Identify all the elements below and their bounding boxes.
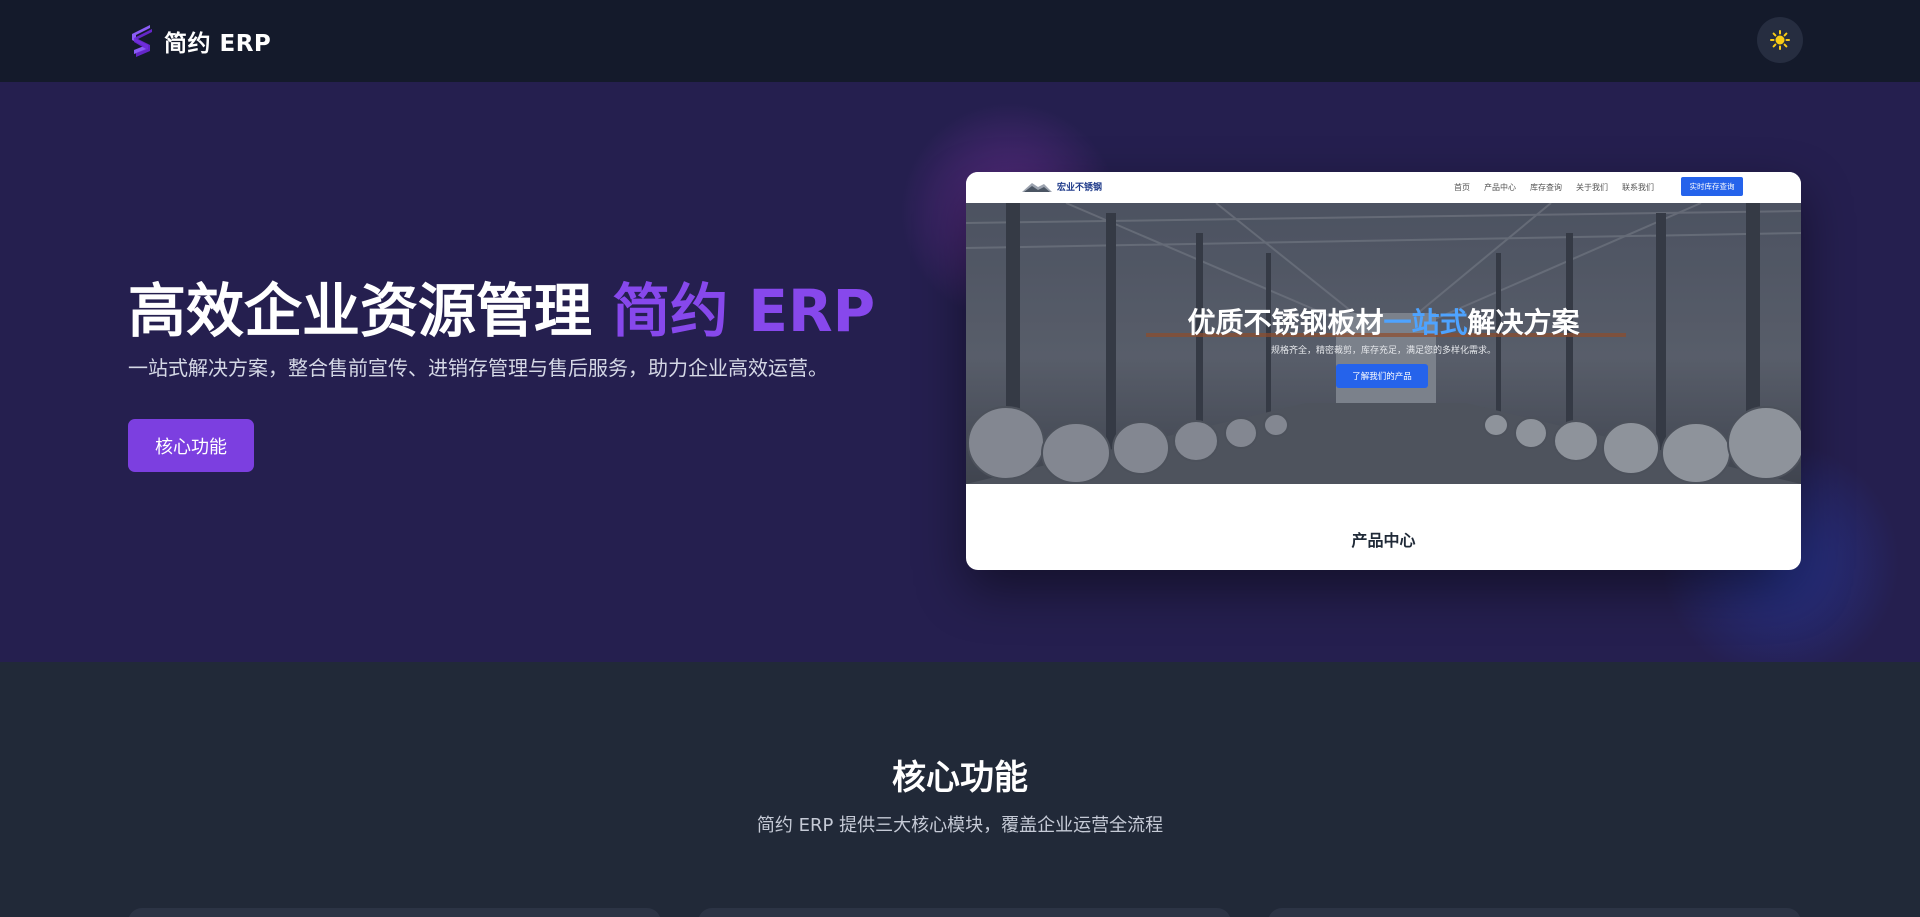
features-subtitle: 简约 ERP 提供三大核心模块，覆盖企业运营全流程 — [756, 815, 1164, 836]
hero-title: 高效企业资源管理 简约 ERP — [128, 264, 875, 348]
feature-card — [698, 908, 1231, 917]
preview-hero-title-highlight: 一站式 — [1383, 306, 1468, 339]
preview-hero-title: 优质不锈钢板材一站式解决方案 — [966, 301, 1801, 341]
preview-menu-item[interactable]: 首页 — [1454, 182, 1470, 193]
hero-subtitle: 一站式解决方案，整合售前宣传、进销存管理与售后服务，助力企业高效运营。 — [128, 356, 828, 380]
s-logo-icon — [132, 25, 152, 57]
preview-menu-item[interactable]: 产品中心 — [1484, 182, 1516, 193]
preview-hero-title-part: 优质不锈钢板材 — [1187, 306, 1384, 339]
preview-products-button[interactable]: 了解我们的产品 — [1336, 364, 1428, 388]
hero-section: 高效企业资源管理 简约 ERP 一站式解决方案，整合售前宣传、进销存管理与售后服… — [0, 82, 1920, 662]
feature-card — [128, 908, 661, 917]
preview-navbar: 宏业不锈钢 首页 产品中心 库存查询 关于我们 联系我们 实时库存查询 — [966, 172, 1801, 203]
preview-hero: 优质不锈钢板材一站式解决方案 规格齐全，精密裁剪，库存充足，满足您的多样化需求。… — [966, 203, 1801, 484]
preview-menu: 首页 产品中心 库存查询 关于我们 联系我们 — [1454, 182, 1654, 193]
sun-icon — [1770, 30, 1790, 50]
preview-inventory-button[interactable]: 实时库存查询 — [1681, 177, 1743, 196]
brand[interactable]: 简约 ERP — [128, 24, 271, 58]
theme-toggle-button[interactable] — [1757, 17, 1803, 63]
brand-name: 简约 ERP — [164, 31, 272, 57]
preview-brand-name: 宏业不锈钢 — [1057, 183, 1103, 193]
website-preview-card: 宏业不锈钢 首页 产品中心 库存查询 关于我们 联系我们 实时库存查询 优质不锈… — [966, 172, 1801, 570]
preview-hero-title-part: 解决方案 — [1467, 306, 1580, 339]
preview-section-title: 产品中心 — [1351, 531, 1416, 550]
core-features-button[interactable]: 核心功能 — [128, 419, 254, 472]
preview-menu-item[interactable]: 库存查询 — [1530, 182, 1562, 193]
top-navbar: 简约 ERP — [0, 0, 1920, 82]
preview-brand: 宏业不锈钢 — [1022, 180, 1102, 193]
features-title: 核心功能 — [892, 758, 1028, 798]
preview-menu-item[interactable]: 关于我们 — [1576, 182, 1608, 193]
preview-menu-item[interactable]: 联系我们 — [1622, 182, 1654, 193]
steel-logo-icon — [1022, 182, 1052, 192]
hero-title-main: 高效企业资源管理 — [128, 277, 613, 345]
feature-card — [1268, 908, 1801, 917]
hero-title-accent: 简约 ERP — [612, 277, 876, 345]
preview-hero-subtitle: 规格齐全，精密裁剪，库存充足，满足您的多样化需求。 — [1270, 346, 1496, 356]
